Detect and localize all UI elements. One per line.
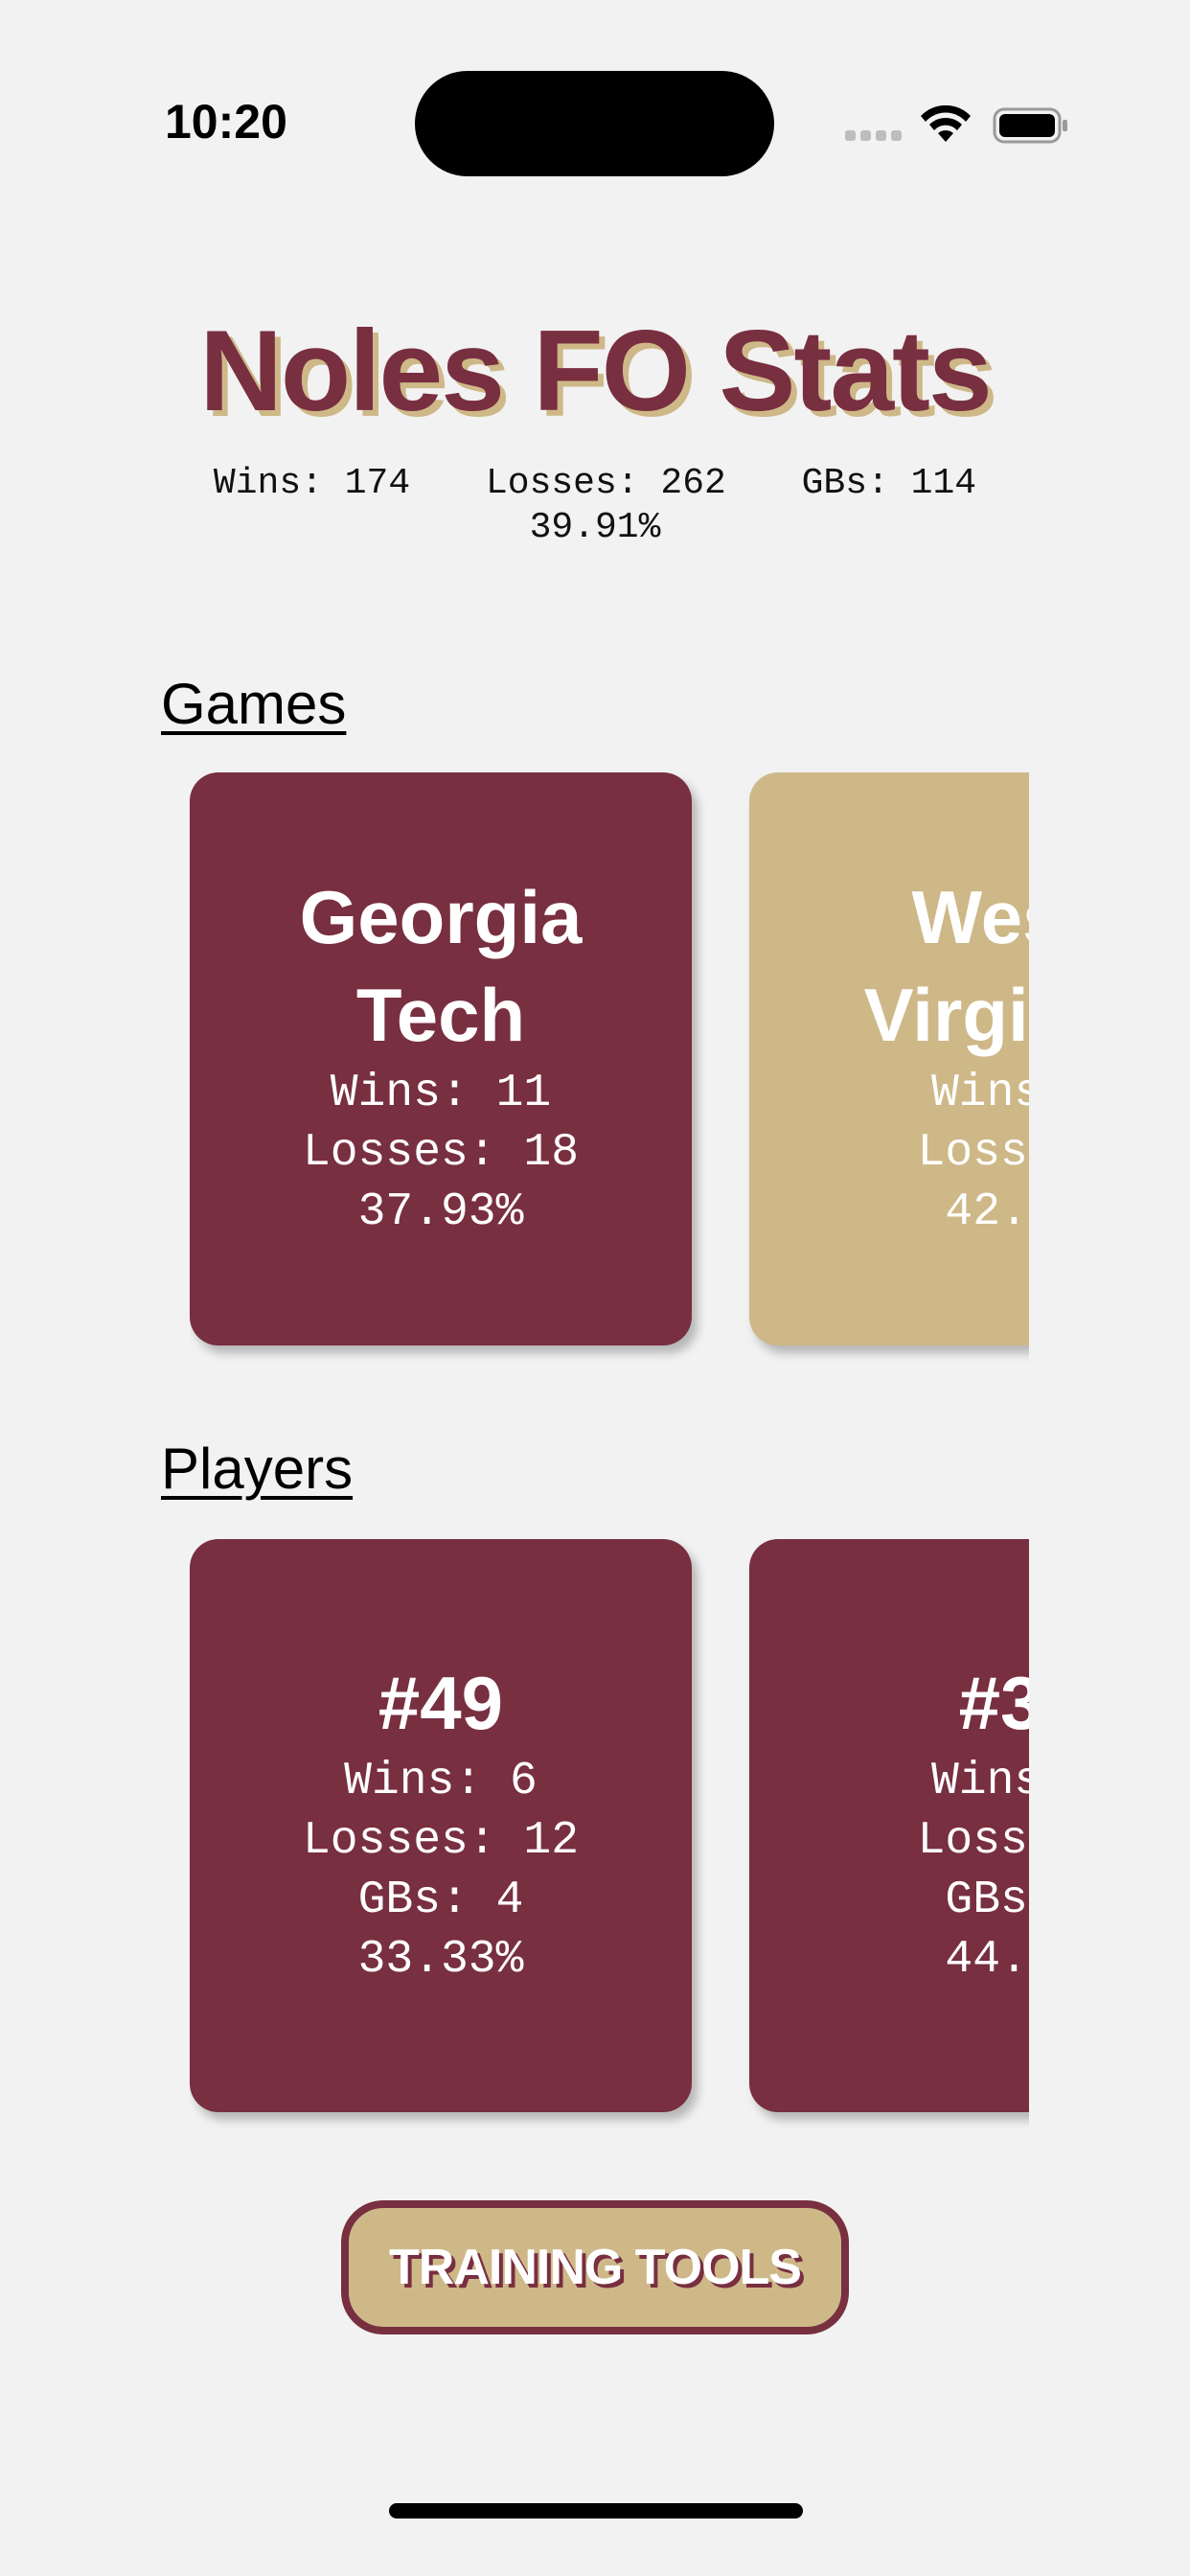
player-wins: Wins: xyxy=(930,1756,1029,1807)
game-percentage: 42.1 xyxy=(945,1186,1029,1238)
games-section-title: Games xyxy=(161,672,347,736)
game-percentage: 37.93% xyxy=(357,1186,524,1238)
game-card[interactable]: Georgia Tech Wins: 11 Losses: 18 37.93% xyxy=(190,772,692,1346)
game-name-line2: Virginia xyxy=(863,973,1029,1057)
players-carousel[interactable]: #49 Wins: 6 Losses: 12 GBs: 4 33.33% #3 … xyxy=(190,1539,1029,2133)
games-carousel[interactable]: Georgia Tech Wins: 11 Losses: 18 37.93% … xyxy=(190,772,1029,1367)
home-indicator[interactable] xyxy=(389,2503,803,2518)
game-losses: Losses xyxy=(917,1127,1029,1179)
overall-stats: Wins: 174 Losses: 262 GBs: 114 39.91% xyxy=(0,462,1190,550)
player-number: #49 xyxy=(378,1661,504,1745)
player-card[interactable]: #3 Wins: Losses GBs: 44.3 xyxy=(749,1539,1029,2112)
player-losses: Losses: 12 xyxy=(302,1815,580,1867)
app-title: Noles FO Stats xyxy=(199,307,993,435)
status-time: 10:20 xyxy=(165,95,287,149)
dynamic-island xyxy=(415,71,774,176)
game-name-line1: West xyxy=(911,875,1029,959)
player-percentage: 33.33% xyxy=(357,1934,524,1986)
cellular-signal-icon xyxy=(845,130,903,142)
overall-percentage: 39.91% xyxy=(529,507,661,548)
player-wins: Wins: 6 xyxy=(344,1756,538,1807)
overall-gbs: GBs: 114 xyxy=(801,463,977,504)
player-percentage: 44.3 xyxy=(945,1934,1029,1986)
training-tools-button[interactable]: TRAINING TOOLS xyxy=(341,2200,849,2334)
players-section-title: Players xyxy=(161,1437,354,1501)
battery-icon xyxy=(993,107,1067,144)
overall-wins: Wins: 174 xyxy=(213,463,411,504)
player-gbs: GBs: xyxy=(945,1874,1029,1926)
status-bar: 10:20 xyxy=(0,0,1190,192)
player-card[interactable]: #49 Wins: 6 Losses: 12 GBs: 4 33.33% xyxy=(190,1539,692,2112)
game-wins: Wins: xyxy=(930,1068,1029,1119)
player-gbs: GBs: 4 xyxy=(357,1874,524,1926)
game-name-line1: Georgia xyxy=(299,875,583,959)
game-losses: Losses: 18 xyxy=(302,1127,580,1179)
player-losses: Losses xyxy=(917,1815,1029,1867)
game-card[interactable]: West Virginia Wins: Losses 42.1 xyxy=(749,772,1029,1346)
training-tools-label: TRAINING TOOLS xyxy=(389,2240,802,2295)
game-name-line2: Tech xyxy=(355,973,526,1057)
player-number: #3 xyxy=(958,1661,1029,1745)
overall-losses: Losses: 262 xyxy=(485,463,726,504)
game-wins: Wins: 11 xyxy=(330,1068,552,1119)
wifi-icon xyxy=(921,105,971,142)
